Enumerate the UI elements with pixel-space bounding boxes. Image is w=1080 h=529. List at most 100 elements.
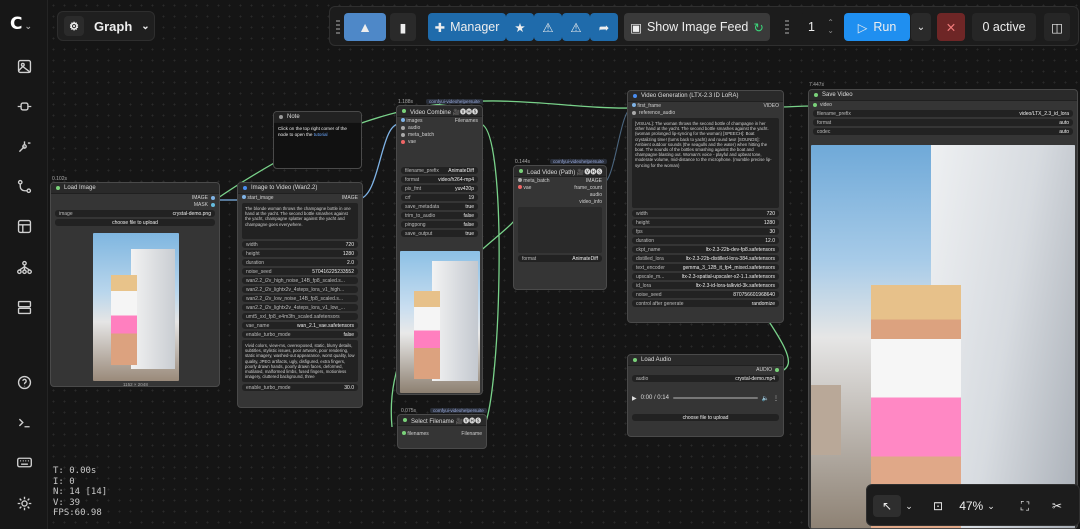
audio-select[interactable]: audio crystal-demo.mp4	[632, 375, 779, 382]
widget-1[interactable]: height 1280	[632, 219, 779, 226]
node-save-video[interactable]: Save Video video filename_prefix video/LT…	[808, 89, 1078, 529]
stepper-icon[interactable]: ⌃ ⌄	[827, 19, 834, 35]
widget-5[interactable]: wan2.2_i2v_lightx2v_4steps_lora_v1_high.…	[242, 286, 358, 293]
hide-links-icon[interactable]: ✂	[1045, 495, 1069, 517]
settings-icon[interactable]	[10, 489, 38, 517]
widget-3[interactable]: duration 12.0	[632, 237, 779, 244]
widget-0[interactable]: width 720	[632, 210, 779, 217]
widget-4[interactable]: wan2.2_i2v_high_noise_14B_fp8_scaled.s..…	[242, 277, 358, 284]
upload-button[interactable]: choose file to upload	[55, 219, 215, 226]
widget-7[interactable]: wan2.2_i2v_lightx2v_4steps_lora_v1_low_.…	[242, 304, 358, 311]
output-mask[interactable]: MASK	[194, 202, 208, 208]
node-select-filename[interactable]: Select Filename 🎥🅥🅗🅢 filenames Filename	[397, 414, 487, 449]
widget-5[interactable]: trim_to_audio false	[401, 212, 478, 219]
audio-player[interactable]: ▶ 0:00 / 0:14 🔈 ⋮	[632, 388, 779, 408]
prompt-textarea[interactable]: [VISUAL]: The woman throws the second bo…	[632, 118, 779, 208]
nodes-b-icon[interactable]: ⚠	[562, 13, 590, 41]
nodes-icon[interactable]	[10, 132, 38, 160]
widget-9[interactable]: noise_seed 870756601968640	[632, 291, 779, 298]
node-time: 7.447s	[809, 82, 825, 88]
widget-4[interactable]: ckpt_name ltx-2.3-22b-dev-fp8.safetensors	[632, 246, 779, 253]
more-icon[interactable]: ⋮	[773, 395, 779, 402]
widget-0[interactable]: filename_prefix AnimateDiff	[401, 167, 478, 174]
widget-0[interactable]: filename_prefix video/LTX_2.3_id_lora	[813, 110, 1073, 117]
chevron-down-icon[interactable]: ⌄	[901, 495, 917, 517]
manager-button[interactable]: ✚ Manager	[428, 13, 506, 41]
workflows-icon[interactable]	[10, 172, 38, 200]
node-note[interactable]: Note Click on the top right corner of th…	[273, 111, 362, 169]
fit-view-icon[interactable]: ⊡	[927, 495, 949, 517]
widget-8[interactable]: id_lora ltx-2.3-id-lora-talkvid-3k.safete…	[632, 282, 779, 289]
widget-1[interactable]: format auto	[813, 119, 1073, 126]
extension-logo-button[interactable]: ▲	[344, 13, 386, 41]
widget-2[interactable]: pix_fmt yuv420p	[401, 185, 478, 192]
node-ltx-video-generation[interactable]: Video Generation (LTX-2.3 ID LoRA) first…	[627, 90, 784, 323]
queue-icon[interactable]	[10, 293, 38, 321]
play-icon[interactable]: ▶	[632, 395, 637, 402]
toggle-panel-icon[interactable]: ◫	[1044, 13, 1070, 41]
widget-2[interactable]: duration 2.0	[242, 259, 358, 266]
format-select[interactable]: format AnimateDiff	[518, 255, 602, 262]
widget-1[interactable]: format video/h264-mp4	[401, 176, 478, 183]
app-logo[interactable]: C ⌄	[10, 14, 32, 34]
node-load-video[interactable]: Load Video (Path) 🎥🅥🅗🅢 meta_batch IMAGE v…	[513, 165, 607, 290]
widget-5[interactable]: distilled_lora ltx-2.3-22b-distilled-lora…	[632, 255, 779, 262]
help-icon[interactable]	[10, 368, 38, 396]
output-image[interactable]: IMAGE	[192, 195, 208, 201]
select-mode-button[interactable]: ↖	[873, 495, 901, 517]
drag-handle-icon-2[interactable]	[785, 20, 789, 34]
turbo-widget[interactable]: enable_turbo_mode 30.0	[242, 384, 358, 391]
widget-2[interactable]: fps 30	[632, 228, 779, 235]
zoom-level[interactable]: 47% ⌄	[955, 495, 999, 517]
node-image-to-video[interactable]: Image to Video (Wan2.2) start_image IMAGE…	[237, 182, 363, 408]
share-icon[interactable]: ➦	[590, 13, 618, 41]
play-icon: ▷	[857, 20, 868, 35]
widget-9[interactable]: vae_name wan_2.1_vae.safetensors	[242, 322, 358, 329]
node-load-audio[interactable]: Load Audio AUDIO audio crystal-demo.mp4 ▶…	[627, 354, 784, 437]
run-label: Run	[873, 20, 897, 34]
widget-2[interactable]: codec auto	[813, 128, 1073, 135]
prompt-textarea[interactable]: The blonde woman throws the champagne bo…	[242, 203, 358, 239]
widget-3[interactable]: noise_seed 570416225233552	[242, 268, 358, 275]
node-video-combine[interactable]: Video Combine 🎥🅥🅗🅢 images Filenames audio…	[396, 105, 483, 395]
negative-prompt-textarea[interactable]: Vivid colors, view-ms, overexposed, stat…	[242, 340, 358, 382]
active-queue-button[interactable]: 0 active	[972, 13, 1036, 41]
star-icon[interactable]: ★	[506, 13, 534, 41]
drag-handle-icon[interactable]	[336, 20, 340, 34]
widget-8[interactable]: umt5_xxl_fp8_e4m3fn_scaled.safetensors	[242, 313, 358, 320]
volume-icon[interactable]: 🔈	[762, 395, 769, 402]
nodes-a-icon[interactable]: ⚠	[534, 13, 562, 41]
node-load-image[interactable]: Load Image IMAGE MASK image crystal-demo.…	[50, 182, 220, 387]
widget-7[interactable]: upscale_m... ltx-2.3-spatial-upscaler-x2-…	[632, 273, 779, 280]
images-icon[interactable]	[10, 52, 38, 80]
graph-menu[interactable]: ⚙ Graph ⌄	[57, 11, 155, 41]
upload-button[interactable]: choose file to upload	[632, 414, 779, 421]
minimap-icon[interactable]: ⛶	[1013, 495, 1037, 517]
widget-3[interactable]: crf 19	[401, 194, 478, 201]
widget-10[interactable]: control after generate randomize	[632, 300, 779, 307]
output-video	[811, 145, 1075, 528]
widget-1[interactable]: height 1280	[242, 250, 358, 257]
models-icon[interactable]	[10, 92, 38, 120]
console-icon[interactable]	[10, 408, 38, 436]
image-select[interactable]: image crystal-demo.png	[55, 210, 215, 217]
widget-6[interactable]: wan2.2_i2v_low_noise_14B_fp8_scaled.s...	[242, 295, 358, 302]
show-image-feed-button[interactable]: ▣ Show Image Feed ↻	[624, 13, 770, 41]
widget-10[interactable]: enable_turbo_mode false	[242, 331, 358, 338]
chevron-down-icon: ⌄	[141, 20, 150, 32]
tutorial-link[interactable]: tutorial	[314, 132, 328, 137]
run-options-chevron-icon[interactable]: ⌄	[911, 13, 931, 41]
widget-6[interactable]: text_encoder gemma_3_12B_it_fp4_mixed.saf…	[632, 264, 779, 271]
model-library-icon[interactable]	[10, 253, 38, 281]
widget-6[interactable]: pingpong false	[401, 221, 478, 228]
keybindings-icon[interactable]	[10, 448, 38, 476]
stop-button[interactable]: ✕	[937, 13, 965, 41]
widget-0[interactable]: width 720	[242, 241, 358, 248]
queue-count-input[interactable]: 1 ⌃ ⌄	[800, 13, 836, 41]
run-button[interactable]: ▷ Run	[844, 13, 910, 41]
graph-icon: ⚙	[64, 16, 84, 36]
widget-4[interactable]: save_metadata true	[401, 203, 478, 210]
widget-7[interactable]: save_output true	[401, 230, 478, 237]
bookmark-icon[interactable]: ▮	[390, 13, 416, 41]
templates-icon[interactable]	[10, 212, 38, 240]
